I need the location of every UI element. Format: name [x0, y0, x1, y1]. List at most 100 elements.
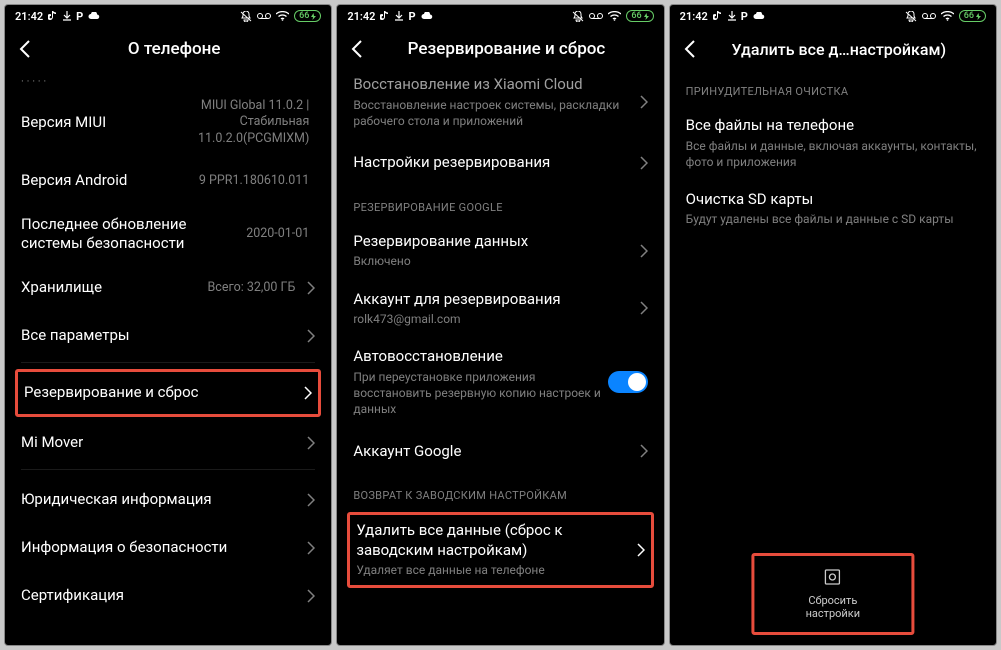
battery-indicator: 66 — [294, 10, 321, 22]
row-subtitle: Будут удалены все файлы и данные с SD ка… — [686, 211, 980, 227]
chevron-right-icon — [640, 444, 648, 458]
row-label: Сертификация — [21, 586, 301, 606]
row-subtitle: Удаляет все данные на телефоне — [356, 562, 630, 578]
row-backup-reset[interactable]: Резервирование и сброс — [15, 369, 321, 417]
tiktok-icon — [380, 11, 390, 21]
row-all-specs[interactable]: Все параметры — [21, 312, 315, 360]
row-backup-account[interactable]: Аккаунт для резервирования rolk473@gmail… — [353, 280, 647, 338]
screen-about-phone: 21:42 P 66 О телефоне · · · · · Версия M… — [4, 4, 332, 646]
truncated-row: · · · · · — [21, 71, 315, 88]
back-button[interactable] — [347, 39, 367, 59]
row-storage[interactable]: Хранилище Всего: 32,00 ГБ — [21, 264, 315, 312]
page-title: Резервирование и сброс — [383, 39, 629, 59]
divider — [21, 469, 315, 470]
row-android-version[interactable]: Версия Android 9 PPR1.180610.011 — [21, 157, 315, 205]
row-auto-restore[interactable]: Автовосстановление При переустановке при… — [353, 337, 647, 427]
row-label: Последнее обновление системы безопасност… — [21, 215, 246, 254]
voicemail-icon — [922, 12, 936, 20]
chevron-right-icon — [640, 301, 648, 315]
row-sd-card[interactable]: Очистка SD карты Будут удалены все файлы… — [686, 180, 980, 238]
voicemail-icon — [257, 12, 271, 20]
wifi-icon — [276, 11, 289, 21]
screen-backup-reset: 21:42 P 66 Резервирование и сброс Восста… — [336, 4, 664, 646]
row-label: Очистка SD карты — [686, 190, 980, 210]
reset-icon — [824, 568, 842, 590]
row-label: Аккаунт Google — [353, 442, 633, 462]
header: Удалить все д…настройкам) — [670, 27, 996, 71]
mute-icon — [905, 11, 917, 22]
row-google-account[interactable]: Аккаунт Google — [353, 427, 647, 475]
tiktok-icon — [48, 11, 58, 21]
download-icon — [63, 11, 71, 21]
row-legal-info[interactable]: Юридическая информация — [21, 476, 315, 524]
status-bar: 21:42 P 66 — [670, 5, 996, 27]
row-data-backup[interactable]: Резервирование данных Включено — [353, 222, 647, 280]
row-label: Автовосстановление — [353, 347, 607, 367]
page-title: Удалить все д…настройкам) — [716, 40, 962, 59]
row-subtitle: Все файлы и данные, включая аккаунты, ко… — [686, 138, 980, 170]
row-subtitle: Включено — [353, 253, 633, 269]
divider — [21, 362, 315, 363]
row-all-files[interactable]: Все файлы на телефоне Все файлы и данные… — [686, 106, 980, 180]
wifi-icon — [941, 11, 954, 21]
screen-erase-data: 21:42 P 66 Удалить все д…настройкам) ПРИ… — [669, 4, 997, 646]
chevron-right-icon — [640, 244, 648, 258]
cloud-icon — [421, 12, 433, 20]
row-value: Всего: 32,00 ГБ — [207, 280, 295, 296]
download-icon — [728, 11, 736, 21]
battery-indicator: 66 — [626, 10, 653, 22]
cloud-icon — [88, 12, 100, 20]
letter-p-icon: P — [408, 10, 415, 23]
row-factory-reset[interactable]: Удалить все данные (сброс к заводским на… — [347, 512, 653, 587]
row-subtitle: При переустановке приложения восстановит… — [353, 369, 607, 418]
row-certification[interactable]: Сертификация — [21, 572, 315, 620]
row-mi-mover[interactable]: Mi Mover — [21, 419, 315, 467]
wifi-icon — [608, 11, 621, 21]
row-miui-version[interactable]: Версия MIUI MIUI Global 11.0.2 | Стабиль… — [21, 88, 315, 157]
chevron-right-icon — [307, 329, 315, 343]
chevron-right-icon — [304, 386, 312, 400]
row-label: Настройки резервирования — [353, 153, 633, 173]
reset-button[interactable]: Сбросить настройки — [768, 560, 897, 628]
row-security-update[interactable]: Последнее обновление системы безопасност… — [21, 205, 315, 264]
letter-p-icon: P — [76, 10, 83, 23]
row-label: Восстановление из Xiaomi Cloud — [353, 75, 633, 95]
chevron-right-icon — [307, 589, 315, 603]
back-button[interactable] — [680, 39, 700, 59]
status-bar: 21:42 P 66 — [337, 5, 663, 27]
row-backup-settings[interactable]: Настройки резервирования — [353, 139, 647, 187]
row-label: Версия MIUI — [21, 113, 169, 133]
section-forced-cleanup: ПРИНУДИТЕЛЬНАЯ ОЧИСТКА — [686, 71, 980, 106]
row-label: Резервирование и сброс — [24, 383, 298, 403]
section-google-backup: РЕЗЕРВИРОВАНИЕ GOOGLE — [353, 187, 647, 222]
row-label: Mi Mover — [21, 433, 301, 453]
row-subtitle: Восстановление настроек системы, расклад… — [353, 97, 633, 129]
row-safety-info[interactable]: Информация о безопасности — [21, 524, 315, 572]
header: Резервирование и сброс — [337, 27, 663, 71]
chevron-right-icon — [307, 281, 315, 295]
chevron-right-icon — [640, 95, 648, 109]
reset-button-container: Сбросить настройки — [751, 553, 914, 635]
chevron-right-icon — [637, 543, 645, 557]
header: О телефоне — [5, 27, 331, 71]
row-label: Все файлы на телефоне — [686, 116, 980, 136]
chevron-right-icon — [307, 436, 315, 450]
back-button[interactable] — [15, 39, 35, 59]
row-xiaomi-cloud[interactable]: Восстановление из Xiaomi Cloud Восстанов… — [353, 71, 647, 139]
tiktok-icon — [713, 11, 723, 21]
voicemail-icon — [589, 12, 603, 20]
mute-icon — [240, 11, 252, 22]
download-icon — [395, 11, 403, 21]
row-label: Юридическая информация — [21, 490, 301, 510]
status-time: 21:42 — [347, 10, 375, 23]
row-value: 9 PPR1.180610.011 — [199, 173, 309, 189]
row-subtitle: rolk473@gmail.com — [353, 311, 633, 327]
row-value: MIUI Global 11.0.2 | Стабильная 11.0.2.0… — [169, 98, 309, 147]
chevron-right-icon — [307, 541, 315, 555]
toggle-auto-restore[interactable] — [608, 371, 648, 393]
chevron-right-icon — [640, 156, 648, 170]
status-bar: 21:42 P 66 — [5, 5, 331, 27]
mute-icon — [572, 11, 584, 22]
section-factory-reset: ВОЗВРАТ К ЗАВОДСКИМ НАСТРОЙКАМ — [353, 475, 647, 510]
row-label: Информация о безопасности — [21, 538, 301, 558]
